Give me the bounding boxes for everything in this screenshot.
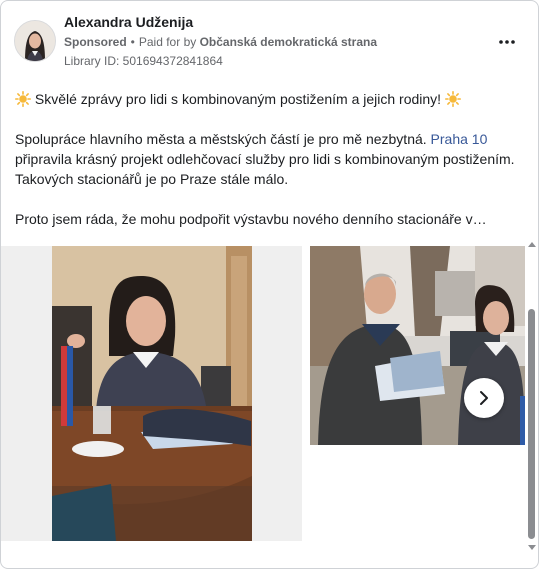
post-paragraph-2-end: připravila krásný projekt odlehčovací sl… (15, 151, 515, 187)
carousel-image-1[interactable] (1, 246, 302, 541)
scrollbar-thumb[interactable] (528, 309, 535, 539)
post-paragraph-2-start: Spolupráce hlavního města a městských čá… (15, 131, 427, 147)
scrollbar[interactable] (526, 242, 538, 558)
carousel-next-button[interactable] (464, 378, 504, 418)
library-id: Library ID: 501694372841864 (64, 54, 223, 68)
more-options-button[interactable] (496, 34, 518, 50)
chevron-right-icon (480, 391, 488, 405)
photo-woman-at-table (52, 246, 252, 541)
sponsored-label: Sponsored (64, 35, 127, 49)
post-body: Skvělé zprávy pro lidi s kombinovaným po… (15, 89, 515, 229)
post-paragraph-2: Spolupráce hlavního města a městských čá… (15, 129, 515, 189)
sponsored-meta: Sponsored • Paid for by Občanská demokrati… (64, 35, 377, 49)
paid-for-prefix: Paid for by (138, 35, 197, 49)
paid-for-name[interactable]: Občanská demokratická strana (200, 35, 377, 49)
scroll-up-arrow-icon[interactable] (527, 240, 537, 248)
ad-card: Alexandra Udženija Sponsored • Paid for by… (0, 0, 539, 569)
sun-emoji-icon (444, 91, 461, 107)
post-headline-text: Skvělé zprávy pro lidi s kombinovaným po… (34, 91, 442, 107)
scroll-down-arrow-icon[interactable] (527, 544, 537, 552)
post-paragraph-3[interactable]: Proto jsem ráda, že mohu podpořit výstav… (15, 209, 515, 229)
post-headline: Skvělé zprávy pro lidi s kombinovaným po… (15, 89, 515, 109)
page-name[interactable]: Alexandra Udženija (64, 14, 193, 30)
more-dots-icon (499, 40, 515, 44)
sun-emoji-icon (15, 91, 31, 107)
meta-separator: • (130, 35, 135, 49)
image-carousel (1, 246, 525, 546)
avatar[interactable] (14, 20, 56, 62)
praha-10-link[interactable]: Praha 10 (431, 131, 488, 147)
